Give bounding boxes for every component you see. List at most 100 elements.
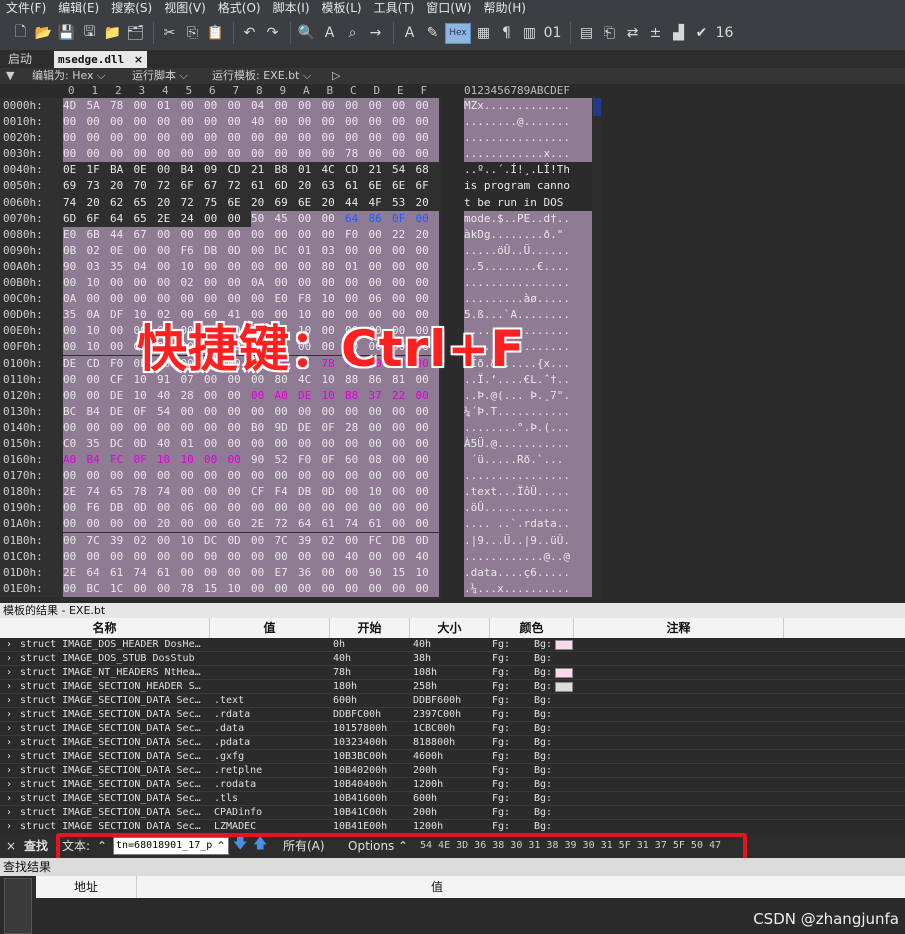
template-row[interactable]: › struct IMAGE_SECTION_DATA Sec… .tls 10B41…	[0, 792, 905, 806]
hex-byte[interactable]: 00	[392, 580, 416, 597]
hex-byte[interactable]: 00	[251, 532, 275, 549]
ascii-row[interactable]: .öÛ.............	[464, 500, 592, 517]
hex-byte[interactable]: 54	[392, 162, 416, 178]
hex-byte[interactable]: 00	[392, 130, 416, 147]
hex-byte[interactable]: 03	[86, 258, 110, 275]
expand-chevron-icon[interactable]: ›	[6, 750, 18, 764]
hex-byte[interactable]: 00	[345, 500, 369, 517]
hex-byte[interactable]: 00	[392, 242, 416, 259]
hex-byte[interactable]: 00	[392, 484, 416, 501]
hex-byte[interactable]: DE	[63, 355, 87, 372]
hex-byte[interactable]: 00	[298, 275, 322, 292]
hex-row[interactable]: 2E 74 65 78 74 00 00 00 CF F4 DB 0D 00 10 00 00	[63, 484, 439, 501]
hex-byte[interactable]: 00	[368, 419, 392, 436]
hex-byte[interactable]: 00	[86, 371, 110, 388]
hex-byte[interactable]: 00	[274, 580, 298, 597]
hex-byte[interactable]: 00	[227, 387, 251, 404]
find-close-icon[interactable]: ×	[6, 838, 16, 854]
template-row[interactable]: › struct IMAGE_DOS_HEADER DosHe… 0h 40h Fg: B…	[0, 638, 905, 652]
checksum-icon[interactable]: ✔	[691, 23, 712, 44]
hex-byte[interactable]: 00	[133, 114, 157, 131]
hex-byte[interactable]: 20	[298, 178, 322, 194]
hex-byte[interactable]: 1C	[110, 580, 134, 597]
template-row[interactable]: › struct IMAGE_SECTION_DATA Sec… .text 600h…	[0, 694, 905, 708]
hex-byte[interactable]: 00	[368, 548, 392, 565]
hex-row[interactable]: 0B 02 0E 00 00 F6 DB 0D 00 DC 01 03 00 00 00 00	[63, 242, 439, 259]
hex-byte[interactable]: 00	[157, 114, 181, 131]
hex-byte[interactable]: 78	[345, 146, 369, 163]
expand-chevron-icon[interactable]: ›	[6, 764, 18, 778]
hex-byte[interactable]: 00	[251, 146, 275, 163]
math-icon[interactable]: ±	[645, 23, 666, 44]
hex-byte[interactable]: 00	[298, 114, 322, 131]
hex-byte[interactable]: 20	[87, 195, 111, 211]
hex-byte[interactable]: DB	[298, 484, 322, 501]
hex-byte[interactable]: 00	[392, 435, 416, 452]
hex-byte[interactable]: 60	[227, 516, 251, 533]
hex-byte[interactable]: 00	[63, 146, 87, 163]
hex-byte[interactable]: 0E	[63, 162, 87, 178]
ascii-row[interactable]: ´ü.....Rð.`...	[464, 452, 592, 469]
template-row[interactable]: › struct IMAGE_SECTION_DATA Sec… CPADinfo 1…	[0, 806, 905, 820]
hex-byte[interactable]: 00	[274, 500, 298, 517]
hex-byte[interactable]: A0	[274, 387, 298, 404]
hex-byte[interactable]: 2E	[63, 564, 87, 581]
ascii-row[interactable]: àkDg........ð."	[464, 226, 592, 243]
expand-chevron-icon[interactable]: ›	[6, 778, 18, 792]
hex-byte[interactable]: 61	[368, 516, 392, 533]
hex-byte[interactable]: 4D	[63, 98, 87, 114]
template-col-header-2[interactable]: 开始	[330, 618, 410, 638]
hex-byte[interactable]: 00	[180, 146, 204, 163]
hex-byte[interactable]: 01	[180, 435, 204, 452]
hex-byte[interactable]: 00	[345, 291, 369, 308]
hex-byte[interactable]: 00	[392, 468, 416, 485]
hex-byte[interactable]: 00	[86, 516, 110, 533]
hex-byte[interactable]: 53	[392, 195, 416, 211]
hex-byte[interactable]: 04	[251, 98, 275, 114]
menu-item-5[interactable]: 脚本(I)	[267, 0, 316, 16]
copy-icon[interactable]: ⎘	[182, 23, 203, 44]
run-script-dropdown[interactable]: 运行脚本 ⌵	[132, 68, 188, 84]
hex-byte[interactable]: 00	[63, 323, 87, 340]
hex-byte[interactable]: 00	[321, 210, 345, 227]
expand-chevron-icon[interactable]: ›	[6, 694, 18, 708]
hex-byte[interactable]: 00	[251, 226, 275, 243]
hex-byte[interactable]: DC	[110, 435, 134, 452]
hex-byte[interactable]: 00	[321, 98, 345, 114]
hex-byte[interactable]: 0A	[251, 275, 275, 292]
hex-row[interactable]: 00 00 00 00 20 00 00 60 2E 72 64 61 74 61 00 00	[63, 516, 439, 533]
menu-item-0[interactable]: 文件(F)	[0, 0, 52, 16]
expand-chevron-icon[interactable]: ›	[6, 820, 18, 831]
menu-item-7[interactable]: 工具(T)	[368, 0, 421, 16]
template-row[interactable]: › struct IMAGE_DOS_STUB DosStub 40h 38h Fg: B…	[0, 652, 905, 666]
compare-icon[interactable]: ⇄	[622, 23, 643, 44]
ascii-row[interactable]: ........@.......	[464, 114, 592, 131]
hex-byte[interactable]: 00	[251, 580, 275, 597]
hex-byte[interactable]: 67	[204, 178, 228, 194]
hex-byte[interactable]: 10	[180, 258, 204, 275]
template-row[interactable]: › struct IMAGE_SECTION_HEADER S… 180h 258h F…	[0, 680, 905, 694]
hex-mode-button[interactable]: Hex	[445, 22, 471, 44]
hex-byte[interactable]: B8	[275, 162, 299, 178]
ascii-row[interactable]: ..Þ.@(... Þ.¸7".	[464, 387, 592, 404]
hex-byte[interactable]: 00	[415, 452, 439, 469]
hex-byte[interactable]: 86	[368, 210, 392, 227]
hex-byte[interactable]: 00	[415, 403, 439, 420]
base-convert-icon[interactable]: 16	[714, 23, 735, 44]
expand-chevron-icon[interactable]: ›	[6, 722, 18, 736]
hex-byte[interactable]: 40	[251, 114, 275, 131]
columns-icon[interactable]: ▥	[519, 23, 540, 44]
hex-byte[interactable]: 0D	[227, 242, 251, 259]
hex-byte[interactable]: 20	[416, 195, 440, 211]
hex-byte[interactable]: 00	[415, 130, 439, 147]
hex-byte[interactable]: DF	[110, 307, 134, 324]
template-col-header-3[interactable]: 大小	[410, 618, 490, 638]
save-all-icon[interactable]: 🖫	[79, 23, 100, 44]
hex-byte[interactable]: 00	[204, 130, 228, 147]
hex-byte[interactable]: 24	[181, 211, 205, 227]
hex-byte[interactable]: 00	[321, 468, 345, 485]
hex-byte[interactable]: 52	[274, 452, 298, 469]
hex-row[interactable]: 00 F6 DB 0D 00 06 00 00 00 00 00 00 00 00 00 00	[63, 500, 439, 517]
hex-byte[interactable]: 00	[415, 500, 439, 517]
binary-icon[interactable]: 01	[542, 23, 563, 44]
